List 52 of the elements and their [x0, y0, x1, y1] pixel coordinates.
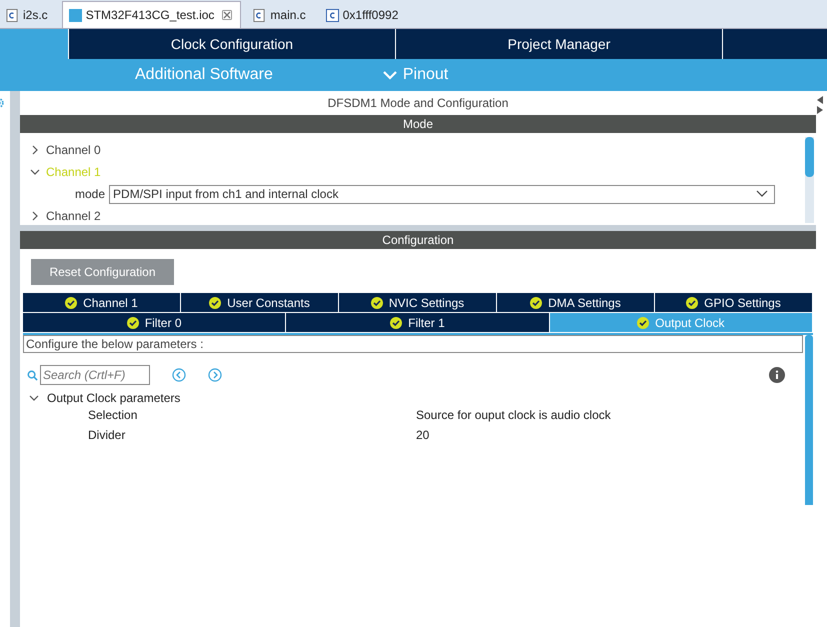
config-tab[interactable]: Filter 1 — [286, 313, 550, 332]
config-tab[interactable]: Channel 1 — [23, 293, 181, 312]
check-circle-icon — [637, 316, 650, 328]
hint-text: Configure the below parameters : — [23, 335, 803, 353]
config-tab[interactable]: Filter 0 — [23, 313, 286, 332]
editor-tab[interactable]: i2s.c — [0, 2, 56, 28]
config-tab[interactable]: NVIC Settings — [339, 293, 497, 312]
editor-tab[interactable]: 0x1fff0992 — [320, 2, 406, 28]
previous-icon[interactable] — [172, 368, 186, 382]
chevron-down-icon[interactable] — [30, 167, 40, 177]
nav-tab[interactable]: Clock Configuration — [68, 29, 395, 59]
collapse-arrows-icon[interactable] — [816, 95, 824, 115]
mx-file-icon — [68, 8, 82, 22]
chevron-down-icon — [756, 190, 768, 198]
check-circle-icon — [686, 296, 698, 308]
check-circle-icon — [209, 296, 222, 308]
search-field[interactable]: Search (Crtl+F) — [40, 365, 150, 385]
channel-item[interactable]: Channel 2 — [46, 209, 101, 223]
search-icon — [27, 370, 38, 380]
check-circle-icon — [65, 296, 78, 308]
c-file-icon — [6, 8, 19, 22]
c-file-icon — [253, 8, 266, 22]
config-tab[interactable]: User Constants — [181, 293, 339, 312]
info-icon[interactable] — [769, 367, 785, 383]
next-icon[interactable] — [208, 368, 222, 382]
editor-tab[interactable]: main.c — [247, 2, 314, 28]
parameter-name: Divider — [88, 428, 126, 442]
chevron-right-icon[interactable] — [30, 211, 40, 221]
mode-dropdown[interactable]: PDM/SPI input from ch1 and internal clock — [109, 184, 776, 204]
scrollbar[interactable] — [805, 137, 814, 223]
config-tab[interactable]: DMA Settings — [497, 293, 655, 312]
parameter-value: 20 — [416, 428, 430, 442]
section-header: Configuration — [20, 231, 816, 249]
group-label[interactable]: Output Clock parameters — [47, 391, 180, 405]
channel-item[interactable]: Channel 0 — [46, 143, 101, 157]
check-circle-icon — [530, 296, 542, 308]
parameter-value: Source for ouput clock is audio clock — [416, 408, 611, 422]
panel-title: DFSDM1 Mode and Configuration — [326, 95, 510, 112]
c-file-icon — [326, 8, 339, 22]
chevron-down-icon[interactable] — [29, 393, 39, 403]
chevron-right-icon[interactable] — [30, 145, 40, 155]
check-circle-icon — [390, 316, 402, 328]
nav-tab[interactable]: Project Manager — [395, 29, 722, 59]
close-icon[interactable] — [222, 10, 232, 20]
section-header: Mode — [20, 115, 816, 133]
check-circle-icon — [370, 296, 383, 308]
check-circle-icon — [126, 316, 139, 328]
editor-tab[interactable]: STM32F413CG_test.ioc — [62, 1, 242, 28]
config-tab[interactable]: GPIO Settings — [655, 293, 813, 312]
parameter-name: Selection — [88, 408, 138, 422]
field-label: mode — [75, 187, 106, 201]
scrollbar[interactable] — [805, 335, 813, 505]
